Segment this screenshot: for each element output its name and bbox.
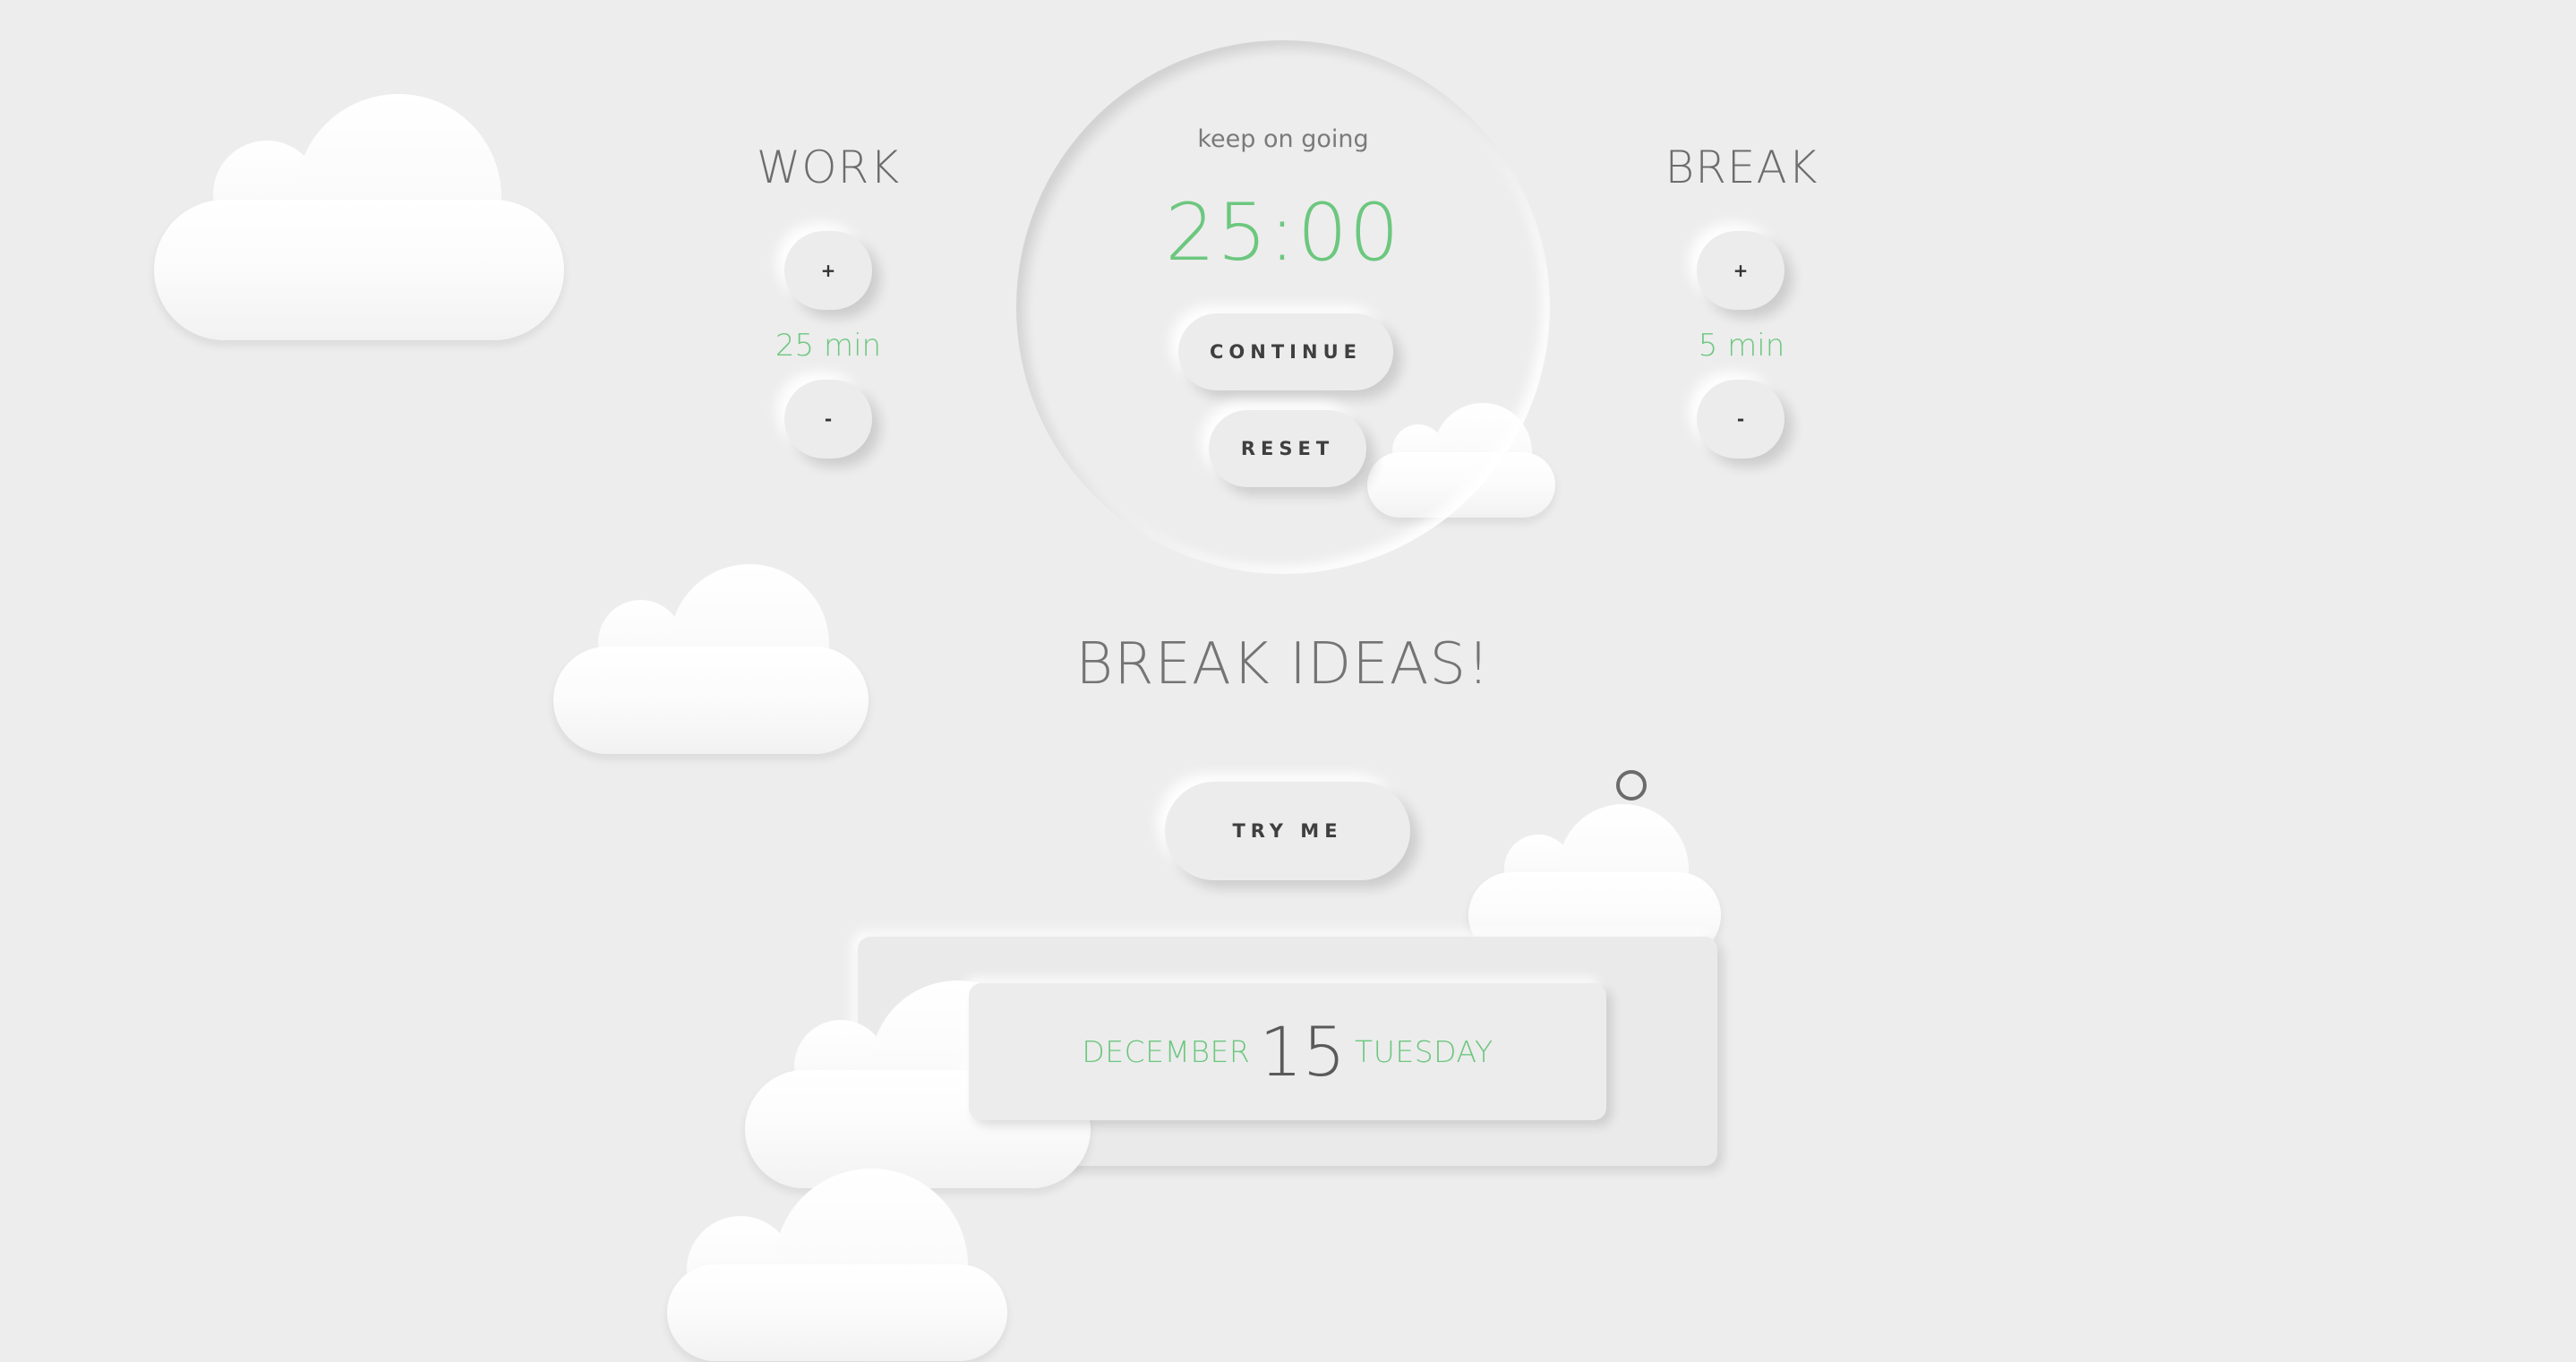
cloud-decoration <box>553 564 869 754</box>
try-me-button[interactable]: TRY ME <box>1165 782 1410 880</box>
work-duration: 25 min <box>694 328 963 364</box>
timer-display: 25:00 <box>1165 186 1401 278</box>
cloud-decoration <box>667 1164 1007 1362</box>
reset-button[interactable]: RESET <box>1209 410 1366 487</box>
cloud-decoration <box>154 94 564 340</box>
timer-status: keep on going <box>1197 125 1369 153</box>
cloud-decoration <box>1468 804 1721 958</box>
break-ideas-heading: BREAK IDEAS! <box>1075 631 1491 698</box>
work-title: WORK <box>756 141 901 193</box>
date-weekday: TUESDAY <box>1355 1034 1493 1069</box>
work-duration-value: 25 <box>775 328 815 364</box>
continue-button[interactable]: CONTINUE <box>1178 313 1393 390</box>
break-duration: 5 min <box>1607 328 1876 364</box>
break-duration-value: 5 <box>1698 328 1718 364</box>
timer-circle <box>1016 40 1550 574</box>
date-day-number: 15 <box>1259 1011 1347 1092</box>
circle-icon <box>1616 770 1647 801</box>
break-duration-unit: min <box>1727 328 1785 364</box>
date-card: DECEMBER 15 TUESDAY <box>969 983 1606 1120</box>
work-increase-button[interactable]: + <box>784 231 872 310</box>
break-increase-button[interactable]: + <box>1697 231 1784 310</box>
date-month: DECEMBER <box>1082 1034 1251 1069</box>
break-title: BREAK <box>1665 141 1819 193</box>
break-decrease-button[interactable]: - <box>1697 380 1784 458</box>
work-duration-unit: min <box>823 328 882 364</box>
work-decrease-button[interactable]: - <box>784 380 872 458</box>
